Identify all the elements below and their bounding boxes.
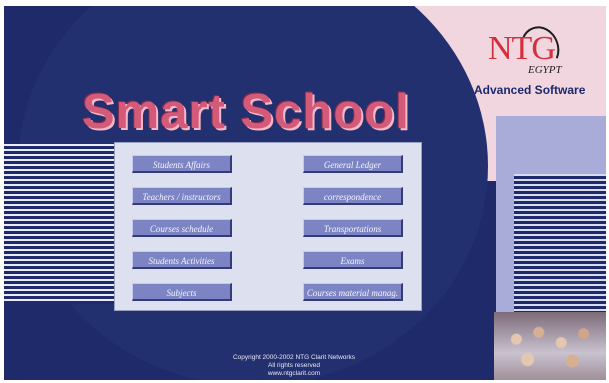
courses-schedule-button[interactable]: Courses schedule	[132, 219, 232, 237]
teachers-instructors-button[interactable]: Teachers / instructors	[132, 187, 232, 205]
copyright-footer: Copyright 2000-2002 NTG Clarit Networks …	[144, 354, 444, 378]
left-stripes-decoration	[4, 144, 114, 304]
app-window: Smart School NTG EGYPT Advanced Software…	[4, 6, 606, 380]
menu-panel: Students Affairs Teachers / instructors …	[114, 142, 422, 311]
students-affairs-button[interactable]: Students Affairs	[132, 155, 232, 173]
right-stripes-decoration	[514, 174, 606, 324]
ntg-logo: NTG EGYPT	[488, 20, 600, 86]
rights-line: All rights reserved	[267, 362, 321, 369]
subjects-button[interactable]: Subjects	[132, 283, 232, 301]
correspondence-button[interactable]: correspondence	[303, 187, 403, 205]
copyright-line: Copyright 2000-2002 NTG Clarit Networks	[232, 354, 356, 361]
students-photo	[494, 312, 606, 380]
exams-button[interactable]: Exams	[303, 251, 403, 269]
tagline: Advanced Software	[474, 83, 586, 97]
transportations-button[interactable]: Transportations	[303, 219, 403, 237]
logo-text: NTG	[488, 30, 556, 67]
logo-subtext: EGYPT	[528, 64, 562, 76]
general-ledger-button[interactable]: General Ledger	[303, 155, 403, 173]
students-activities-button[interactable]: Students Activities	[132, 251, 232, 269]
website-link[interactable]: www.ntgclarit.com	[144, 370, 444, 378]
courses-material-button[interactable]: Courses material manag.	[303, 283, 403, 301]
app-title: Smart School	[82, 85, 410, 139]
